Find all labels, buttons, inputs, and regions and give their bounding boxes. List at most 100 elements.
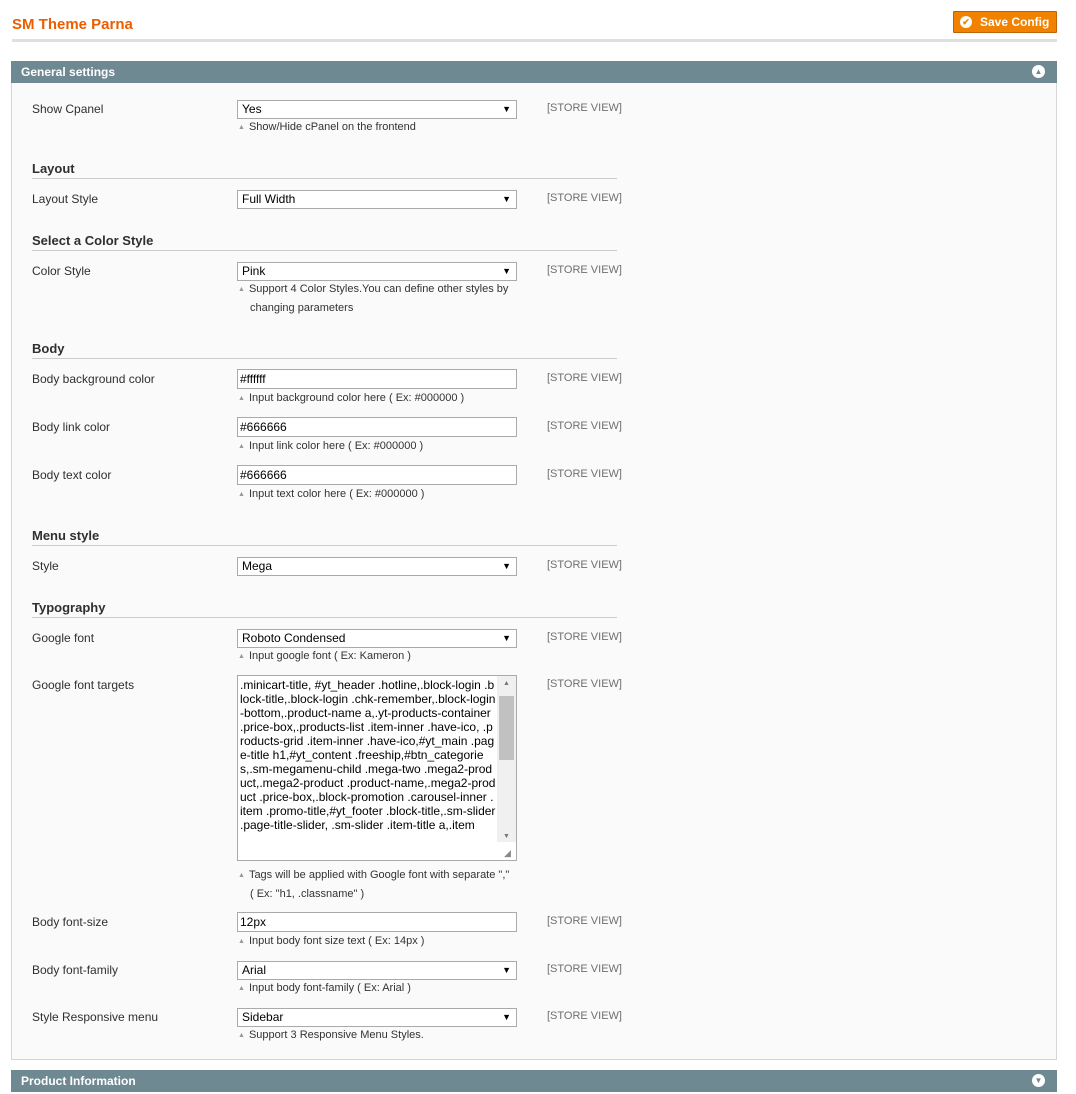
body-text-color-input[interactable]: #666666: [237, 465, 517, 485]
scope-label: [STORE VIEW]: [547, 1010, 622, 1022]
note-triangle-icon: ▲: [238, 286, 245, 293]
body-font-family-select[interactable]: Arial ▼: [237, 961, 517, 980]
body-font-family-note: ▲ Input body font-family ( Ex: Arial ): [238, 979, 528, 998]
save-config-button[interactable]: ✔ Save Config: [953, 11, 1057, 33]
select-value: Full Width: [242, 192, 296, 206]
note-text: Input background color here ( Ex: #00000…: [248, 392, 465, 404]
dropdown-arrow-icon: ▼: [502, 266, 511, 276]
show-cpanel-select[interactable]: Yes ▼: [237, 100, 517, 119]
collapse-up-icon[interactable]: ▲: [1032, 65, 1045, 78]
select-value: Roboto Condensed: [242, 631, 346, 645]
google-font-targets-label: Google font targets: [32, 678, 135, 692]
select-value: Yes: [242, 102, 262, 116]
scrollbar-thumb[interactable]: [499, 696, 514, 760]
body-text-color-label: Body text color: [32, 468, 112, 482]
body-bg-color-label: Body background color: [32, 372, 155, 386]
body-bg-color-input[interactable]: #ffffff: [237, 369, 517, 389]
responsive-menu-label: Style Responsive menu: [32, 1010, 159, 1024]
select-value: Mega: [242, 559, 273, 573]
textarea-content: .minicart-title, #yt_header .hotline,.bl…: [240, 678, 496, 832]
google-font-note: ▲ Input google font ( Ex: Kameron ): [238, 647, 528, 666]
note-triangle-icon: ▲: [238, 1032, 245, 1039]
show-cpanel-label: Show Cpanel: [32, 102, 104, 116]
select-value: Pink: [242, 264, 266, 278]
dropdown-arrow-icon: ▼: [502, 561, 511, 571]
google-font-targets-textarea[interactable]: .minicart-title, #yt_header .hotline,.bl…: [237, 675, 517, 861]
scope-label: [STORE VIEW]: [547, 678, 622, 690]
note-text: Show/Hide cPanel on the frontend: [248, 121, 416, 133]
scope-label: [STORE VIEW]: [547, 102, 622, 114]
section-header-product-information[interactable]: Product Information ▼: [11, 1070, 1057, 1092]
scope-label: [STORE VIEW]: [547, 192, 622, 204]
body-font-size-note: ▲ Input body font size text ( Ex: 14px ): [238, 932, 528, 951]
menu-style-select[interactable]: Mega ▼: [237, 557, 517, 576]
body-text-color-note: ▲ Input text color here ( Ex: #000000 ): [238, 485, 528, 504]
note-text: Input text color here ( Ex: #000000 ): [248, 488, 425, 500]
note-triangle-icon: ▲: [238, 872, 245, 879]
body-font-family-label: Body font-family: [32, 963, 119, 977]
checkmark-icon: ✔: [960, 16, 972, 28]
note-text: Input body font size text ( Ex: 14px ): [248, 935, 425, 947]
note-triangle-icon: ▲: [238, 395, 245, 402]
scope-label: [STORE VIEW]: [547, 963, 622, 975]
body-bg-color-note: ▲ Input background color here ( Ex: #0000…: [238, 389, 528, 408]
note-triangle-icon: ▲: [238, 985, 245, 992]
dropdown-arrow-icon: ▼: [502, 104, 511, 114]
title-divider: [12, 39, 1057, 42]
google-font-targets-note: ▲ Tags will be applied with Google font w…: [238, 866, 528, 903]
responsive-menu-note: ▲ Support 3 Responsive Menu Styles.: [238, 1026, 528, 1045]
note-triangle-icon: ▲: [238, 938, 245, 945]
scope-label: [STORE VIEW]: [547, 631, 622, 643]
group-title-menu-style: Menu style: [32, 528, 100, 543]
body-link-color-note: ▲ Input link color here ( Ex: #000000 ): [238, 437, 528, 456]
note-triangle-icon: ▲: [238, 443, 245, 450]
page-title: SM Theme Parna: [12, 16, 133, 33]
note-text: Support 4 Color Styles.You can define ot…: [248, 283, 509, 295]
note-text: Input body font-family ( Ex: Arial ): [248, 982, 411, 994]
general-settings-body: [11, 83, 1057, 1060]
show-cpanel-note: ▲ Show/Hide cPanel on the frontend: [238, 118, 528, 137]
scope-label: [STORE VIEW]: [547, 915, 622, 927]
color-style-label: Color Style: [32, 264, 91, 278]
group-divider: [32, 545, 617, 546]
note-text-continued: changing parameters: [250, 302, 354, 314]
group-title-typography: Typography: [32, 600, 106, 615]
dropdown-arrow-icon: ▼: [502, 965, 511, 975]
responsive-menu-select[interactable]: Sidebar ▼: [237, 1008, 517, 1027]
dropdown-arrow-icon: ▼: [502, 1012, 511, 1022]
scope-label: [STORE VIEW]: [547, 372, 622, 384]
group-title-layout: Layout: [32, 161, 75, 176]
section-header-general-settings[interactable]: General settings ▲: [11, 61, 1057, 83]
scope-label: [STORE VIEW]: [547, 420, 622, 432]
note-triangle-icon: ▲: [238, 653, 245, 660]
note-text-continued: ( Ex: "h1, .classname" ): [250, 888, 365, 900]
group-divider: [32, 250, 617, 251]
scope-label: [STORE VIEW]: [547, 468, 622, 480]
note-triangle-icon: ▲: [238, 491, 245, 498]
scroll-up-icon[interactable]: ▲: [497, 680, 516, 687]
body-link-color-label: Body link color: [32, 420, 111, 434]
body-font-size-input[interactable]: 12px: [237, 912, 517, 932]
google-font-label: Google font: [32, 631, 95, 645]
google-font-select[interactable]: Roboto Condensed ▼: [237, 629, 517, 648]
scope-label: [STORE VIEW]: [547, 264, 622, 276]
dropdown-arrow-icon: ▼: [502, 633, 511, 643]
expand-down-icon[interactable]: ▼: [1032, 1074, 1045, 1087]
section-title: General settings: [21, 65, 116, 79]
textarea-scrollbar[interactable]: ▲ ▼: [497, 676, 516, 842]
body-link-color-input[interactable]: #666666: [237, 417, 517, 437]
color-style-note: ▲ Support 4 Color Styles.You can define o…: [238, 280, 528, 317]
layout-style-select[interactable]: Full Width ▼: [237, 190, 517, 209]
section-title: Product Information: [21, 1074, 136, 1088]
note-text: Input link color here ( Ex: #000000 ): [248, 440, 424, 452]
resize-handle-icon[interactable]: ◢: [504, 848, 514, 858]
dropdown-arrow-icon: ▼: [502, 194, 511, 204]
note-triangle-icon: ▲: [238, 124, 245, 131]
color-style-select[interactable]: Pink ▼: [237, 262, 517, 281]
group-title-color-style: Select a Color Style: [32, 233, 154, 248]
body-font-size-label: Body font-size: [32, 915, 109, 929]
note-text: Support 3 Responsive Menu Styles.: [248, 1029, 424, 1041]
scroll-down-icon[interactable]: ▼: [497, 833, 516, 840]
menu-style-label: Style: [32, 559, 59, 573]
group-title-body: Body: [32, 341, 65, 356]
